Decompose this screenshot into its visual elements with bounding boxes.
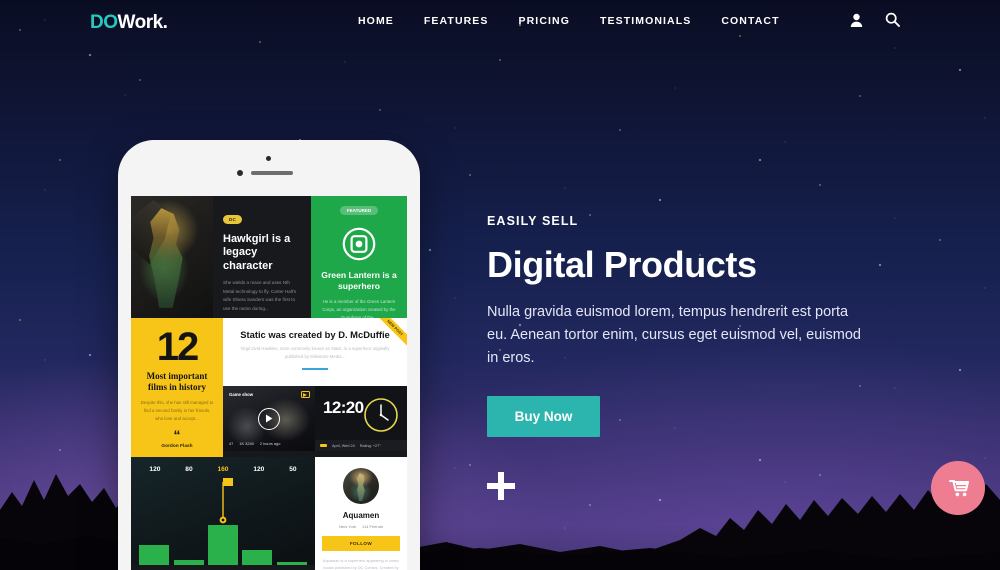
video-meta-comments: 47 [229,441,234,446]
logo-suffix: Work. [117,12,168,33]
video-meta-date: 2 hours ago [259,441,281,446]
video-badge-icon [301,391,310,398]
clock-meta-date: April, Wed 24 [332,443,355,448]
nav-item-contact[interactable]: CONTACT [721,15,779,27]
profile-name: Aquamen [342,511,380,520]
card-hawkgirl[interactable]: DC Hawkgirl is a legacy character She wi… [131,196,311,318]
chart-bar-0 [139,545,170,565]
films-title: Most important films in history [146,371,208,392]
status-badge: DC [223,215,243,224]
clock-icon [363,397,399,433]
nav-item-testimonials[interactable]: TESTIMONIALS [600,15,691,27]
play-icon[interactable] [258,407,280,430]
card-video[interactable]: Game show 47 1K 3245 2 hours ago [223,386,315,451]
chart-marker-icon [219,478,233,524]
nav-item-features[interactable]: FEATURES [424,15,489,27]
search-icon[interactable] [885,12,900,27]
chart-bar-4 [276,562,307,565]
avatar [343,468,379,504]
screen-row-1: DC Hawkgirl is a legacy character She wi… [131,196,407,318]
hawkgirl-text: DC Hawkgirl is a legacy character She wi… [213,196,311,318]
clock-meta-rating: Rating: +27° [359,443,381,448]
card-static[interactable]: NEW POST Static was created by D. McDuff… [223,318,407,386]
phone-screen: DC Hawkgirl is a legacy character She wi… [131,196,407,570]
films-number: 12 [156,325,200,369]
site-logo[interactable]: DOWork. [90,12,168,34]
video-meta-views: 1K 3245 [239,441,254,446]
clock-chip [320,443,327,448]
screen-row-2: 12 Most important films in history Despi… [131,318,407,451]
chart-bar-2 [207,525,238,565]
nav-item-home[interactable]: HOME [358,15,394,27]
chart-bar-3 [242,550,273,565]
nav-item-pricing[interactable]: PRICING [519,15,570,27]
hero-eyebrow: EASILY SELL [487,214,579,228]
hero-paragraph: Nulla gravida euismod lorem, tempus hend… [487,304,861,366]
green-lantern-badge: FEATURED [339,206,379,215]
card-clock[interactable]: 12:20 April, Wed 24 Rating: +27° [315,386,407,451]
hawkgirl-body: She wields a mace and uses Nth Metal tec… [223,280,297,311]
hawkgirl-image [131,196,213,318]
video-tag: Game show [229,392,254,397]
profile-body: Aquaman is a superhero appearing in comi… [322,558,400,570]
card-films[interactable]: 12 Most important films in history Despi… [131,318,223,451]
phone-camera [237,170,243,176]
quote-mark-icon: “ [173,426,181,443]
hero-section: DOWork. HOME FEATURES PRICING TESTIMONIA… [0,0,1000,570]
screen-row-4: 120 80 160 120 50 Aquamen New York 114 F… [131,457,407,570]
green-lantern-body: He is a member of the Green Lantern Corp… [322,299,396,318]
cart-button[interactable] [931,461,985,515]
hero-copy: EASILY SELL Digital Products Nulla gravi… [487,214,887,437]
profile-friends: 114 Friends [362,524,383,529]
screen-right-column: NEW POST Static was created by D. McDuff… [223,318,407,451]
card-green-lantern[interactable]: FEATURED Green Lantern is a superhero He… [311,196,407,318]
screen-row-2b: Game show 47 1K 3245 2 hours ago 12:20 A… [223,386,407,451]
green-lantern-title: Green Lantern is a superhero [321,270,397,291]
chart-tick-4: 50 [289,466,297,473]
navbar: DOWork. HOME FEATURES PRICING TESTIMONIA… [0,0,1000,44]
phone-sensor [266,156,271,161]
logo-prefix: DO [90,12,118,33]
page-title: Digital Products [487,244,757,285]
static-divider [302,367,328,371]
navbar-icons [850,12,900,27]
cart-icon [947,477,969,500]
card-profile[interactable]: Aquamen New York 114 Friends FOLLOW Aqua… [315,457,407,570]
phone-speaker [251,171,293,175]
video-meta: 47 1K 3245 2 hours ago [229,441,280,446]
clock-meta-bar: April, Wed 24 Rating: +27° [315,440,407,451]
lantern-icon [342,227,376,261]
static-title: Static was created by D. McDuffie [240,329,390,340]
chart-tick-3: 120 [253,466,265,473]
chart-tick-0: 120 [149,466,161,473]
hawkgirl-title: Hawkgirl is a legacy character [223,233,291,272]
main-navigation: HOME FEATURES PRICING TESTIMONIALS CONTA… [358,15,780,27]
user-icon[interactable] [850,13,863,27]
static-body: Virgil Ovid Hawkins, more commonly known… [240,346,390,359]
chart-tick-1: 80 [185,466,193,473]
plus-icon[interactable] [487,472,515,505]
profile-meta: New York 114 Friends [322,524,400,529]
follow-button[interactable]: FOLLOW [322,536,400,551]
films-body: Despite this, she has still managed to f… [140,399,214,421]
films-author: Gordon Flash [161,444,193,450]
chart-tick-2: 160 [217,466,229,473]
card-bar-chart[interactable]: 120 80 160 120 50 [131,457,315,565]
chart-bar-1 [173,560,204,565]
phone-mockup: DC Hawkgirl is a legacy character She wi… [118,140,420,570]
buy-now-button[interactable]: Buy Now [487,395,600,437]
chart-tick-labels: 120 80 160 120 50 [137,466,309,473]
profile-location: New York [339,524,357,529]
phone-top-bezel [118,140,420,196]
